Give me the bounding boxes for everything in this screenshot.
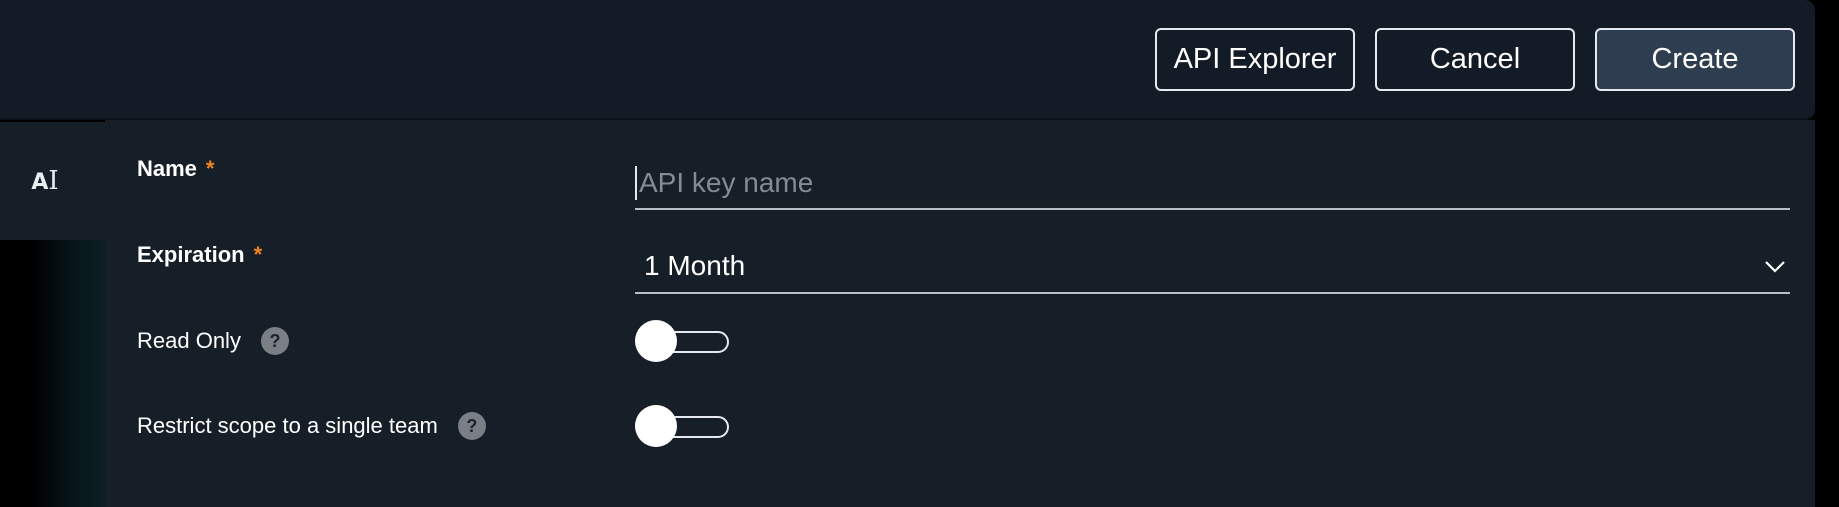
expiration-selected-value: 1 Month — [644, 250, 746, 281]
api-key-form: Name * Expiration * 1 Month Read Only ? — [105, 120, 1815, 507]
name-input[interactable] — [635, 166, 1790, 200]
restrict-scope-toggle[interactable] — [635, 405, 729, 447]
name-label-text: Name — [137, 156, 197, 181]
side-tab-ai[interactable]: AI — [0, 122, 105, 240]
restrict-scope-label: Restrict scope to a single team ? — [137, 411, 486, 441]
help-icon[interactable]: ? — [457, 412, 486, 440]
dialog-header: API Explorer Cancel Create — [0, 0, 1815, 120]
read-only-toggle[interactable] — [635, 320, 729, 362]
toggle-knob — [635, 405, 677, 447]
read-only-label: Read Only ? — [137, 326, 289, 356]
toggle-knob — [635, 320, 677, 362]
text-cursor-glyph: I — [48, 166, 59, 196]
name-field — [635, 140, 1790, 210]
required-marker: * — [205, 156, 215, 181]
expiration-label: Expiration * — [137, 240, 262, 270]
create-button[interactable]: Create — [1595, 28, 1795, 91]
background-strip — [0, 240, 105, 507]
name-label: Name * — [137, 154, 214, 184]
cancel-button[interactable]: Cancel — [1375, 28, 1575, 91]
required-marker: * — [253, 242, 263, 267]
ai-icon: AI — [31, 166, 58, 196]
help-icon[interactable]: ? — [260, 327, 289, 355]
expiration-select[interactable]: 1 Month — [635, 224, 1790, 294]
page: API Explorer Cancel Create AI Name * Exp… — [0, 0, 1839, 507]
restrict-scope-label-text: Restrict scope to a single team — [137, 413, 438, 438]
chevron-down-icon — [1765, 261, 1785, 273]
read-only-label-text: Read Only — [137, 328, 241, 353]
ai-icon-letter: A — [31, 170, 49, 195]
api-explorer-button[interactable]: API Explorer — [1155, 28, 1355, 91]
expiration-label-text: Expiration — [137, 242, 245, 267]
